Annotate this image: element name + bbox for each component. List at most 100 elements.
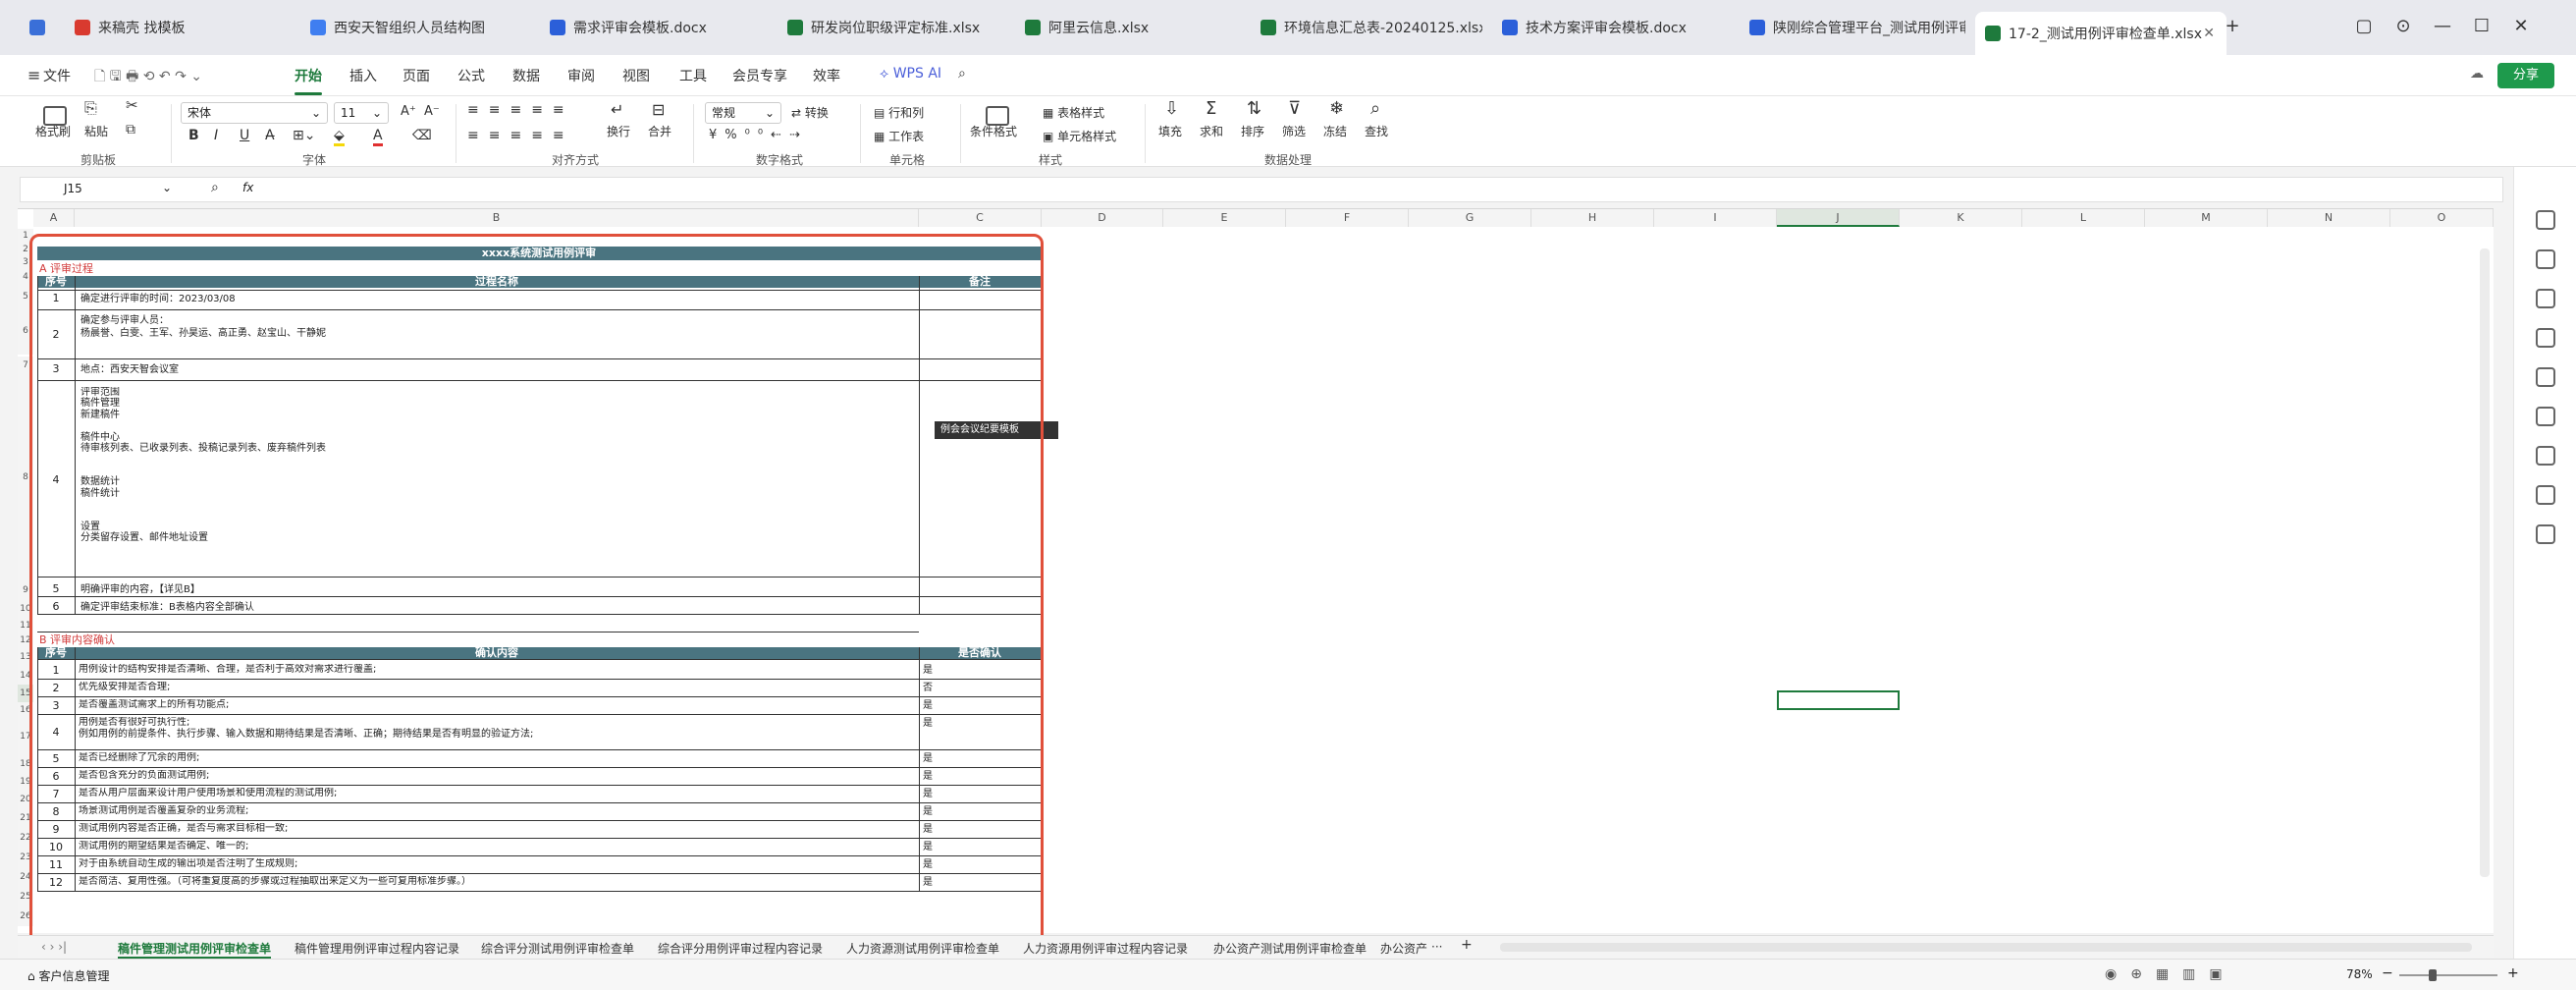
wps-ai-button[interactable]: ⟡ WPS AI (880, 66, 941, 82)
row-col-button[interactable]: ▤ 行和列 (874, 104, 924, 121)
merge-icon[interactable]: ⊟ (652, 100, 665, 119)
filter-icon[interactable]: ⊽ (1288, 98, 1301, 119)
filter-button[interactable]: 筛选 (1282, 123, 1306, 139)
ai-icon[interactable] (2536, 249, 2555, 269)
clear-format-icon[interactable]: ⌫ (412, 128, 432, 143)
align-horizontal-icons[interactable]: ≡≡≡≡≡ (467, 128, 574, 143)
horizontal-scrollbar[interactable] (1500, 943, 2472, 952)
close-icon[interactable]: ✕ (2203, 26, 2215, 41)
merge-button[interactable]: 合并 (648, 123, 671, 139)
column-header[interactable]: L (2022, 209, 2145, 227)
row-header[interactable]: 20 (18, 791, 33, 808)
fill-button[interactable]: 填充 (1158, 123, 1182, 139)
menu-tab[interactable]: 页面 (402, 66, 430, 85)
hamburger-icon[interactable]: ≡ (27, 66, 40, 84)
sort-icon[interactable]: ⇅ (1247, 98, 1261, 119)
underline-icon[interactable]: U (240, 128, 249, 143)
row-header[interactable]: 12 (18, 633, 33, 647)
row-header[interactable]: 9 (18, 580, 33, 600)
worksheet-button[interactable]: ▦ 工作表 (874, 128, 924, 144)
sheet-tab[interactable]: 人力资源用例评审过程内容记录 (1023, 940, 1188, 957)
row-header[interactable]: 3 (18, 256, 33, 268)
restore-icon[interactable]: ▢ (2352, 16, 2376, 36)
column-header[interactable]: N (2268, 209, 2390, 227)
row-header[interactable]: 26 (18, 907, 33, 926)
column-header[interactable]: M (2145, 209, 2268, 227)
decrease-font-icon[interactable]: A⁻ (424, 104, 440, 119)
profile-icon[interactable]: ⊙ (2391, 16, 2415, 36)
maximize-icon[interactable]: ☐ (2470, 16, 2494, 36)
column-header[interactable]: C (919, 209, 1042, 227)
tools-icon[interactable] (2536, 407, 2555, 426)
strike-icon[interactable]: A̶ (265, 128, 275, 143)
zoom-formula-icon[interactable]: ⌕ (211, 180, 219, 195)
row-header[interactable]: 5 (18, 286, 33, 307)
wrap-button[interactable]: 换行 (607, 123, 630, 139)
share-button[interactable]: 分享 (2497, 63, 2554, 88)
number-format-icons[interactable]: ¥%⁰⁰⇠⇢ (709, 128, 808, 142)
menu-file[interactable]: 文件 (43, 66, 71, 85)
cursor-icon[interactable] (2536, 210, 2555, 230)
sum-icon[interactable]: Σ (1206, 98, 1216, 119)
column-header[interactable]: D (1042, 209, 1163, 227)
menu-tab[interactable]: 数据 (512, 66, 540, 85)
find-button[interactable]: 查找 (1365, 123, 1388, 139)
sheet-tab[interactable]: 综合评分测试用例评审检查单 (481, 940, 634, 957)
window-tab[interactable]: 17-2_测试用例评审检查单.xlsx ✕ (1975, 12, 2227, 55)
selected-cell[interactable] (1777, 690, 1900, 710)
row-header[interactable]: 15 (18, 685, 33, 702)
row-header[interactable]: 17 (18, 718, 33, 755)
column-header[interactable]: E (1163, 209, 1286, 227)
sheet-tab[interactable]: 稿件管理测试用例评审检查单 (118, 940, 272, 959)
zoom-slider[interactable] (2399, 974, 2497, 976)
close-window-icon[interactable]: ✕ (2509, 16, 2533, 36)
row-header[interactable]: 7 (18, 357, 33, 374)
template-tooltip[interactable]: 例会会议纪要模板 (935, 421, 1058, 439)
more-sheets-button[interactable]: ··· (1431, 940, 1442, 954)
window-tab[interactable]: 来稿壳 找模板 (65, 12, 289, 43)
sheet-nav-icons[interactable]: ‹ › ›| (41, 940, 67, 954)
font-size-select[interactable]: 11 ⌄ (334, 102, 389, 124)
shape-icon[interactable] (2536, 289, 2555, 308)
window-tab[interactable]: 需求评审会模板.docx (540, 12, 768, 43)
cloud-icon[interactable]: ☁ (2470, 66, 2484, 82)
freeze-button[interactable]: 冻结 (1323, 123, 1347, 139)
sum-button[interactable]: 求和 (1200, 123, 1223, 139)
more-icon[interactable] (2536, 524, 2555, 544)
bold-icon[interactable]: B (188, 128, 199, 143)
zoom-in-icon[interactable]: + (2507, 965, 2519, 981)
table-style-button[interactable]: ▦ 表格样式 (1043, 104, 1104, 121)
fx-icon[interactable]: fx (242, 181, 253, 194)
column-header[interactable]: B (75, 209, 919, 227)
zoom-slider-handle[interactable] (2429, 969, 2437, 981)
freeze-icon[interactable]: ❄ (1329, 98, 1344, 119)
row-header[interactable]: 13 (18, 647, 33, 667)
zoom-out-icon[interactable]: − (2382, 965, 2393, 981)
find-icon[interactable]: ⌕ (1370, 98, 1380, 119)
window-tab[interactable]: 研发岗位职级评定标准.xlsx (778, 12, 1005, 43)
row-header[interactable]: 16 (18, 702, 33, 718)
sheet-tab[interactable]: 稿件管理用例评审过程内容记录 (295, 940, 459, 957)
name-box[interactable]: J15 (64, 182, 82, 195)
menu-tab[interactable]: 插入 (349, 66, 377, 85)
menu-tab[interactable]: 开始 (295, 66, 322, 95)
row-header[interactable]: 24 (18, 867, 33, 887)
sheet-tab[interactable]: 人力资源测试用例评审检查单 (846, 940, 999, 957)
add-sheet-icon[interactable]: + (1461, 937, 1473, 953)
fill-color-icon[interactable]: ⬙ (334, 128, 345, 146)
row-header[interactable]: 2 (18, 243, 33, 256)
menu-tab[interactable]: 效率 (813, 66, 840, 85)
column-header[interactable]: G (1409, 209, 1531, 227)
share-icon[interactable] (2536, 446, 2555, 466)
window-tab[interactable] (20, 12, 55, 43)
border-icon[interactable]: ⊞⌄ (293, 128, 315, 143)
conditional-format-button[interactable]: 条件格式 (970, 123, 1017, 139)
wrap-icon[interactable]: ↵ (611, 100, 623, 119)
fill-icon[interactable]: ⇩ (1164, 98, 1179, 119)
menu-tab[interactable]: 工具 (679, 66, 707, 85)
chevron-down-icon[interactable]: ⌄ (162, 181, 172, 194)
align-vertical-icons[interactable]: ≡≡≡≡≡ (467, 102, 574, 118)
vertical-scrollbar[interactable] (2480, 248, 2490, 877)
paste-button[interactable]: 粘贴 (84, 123, 108, 139)
paste-icon[interactable]: ⎘ (84, 98, 97, 118)
